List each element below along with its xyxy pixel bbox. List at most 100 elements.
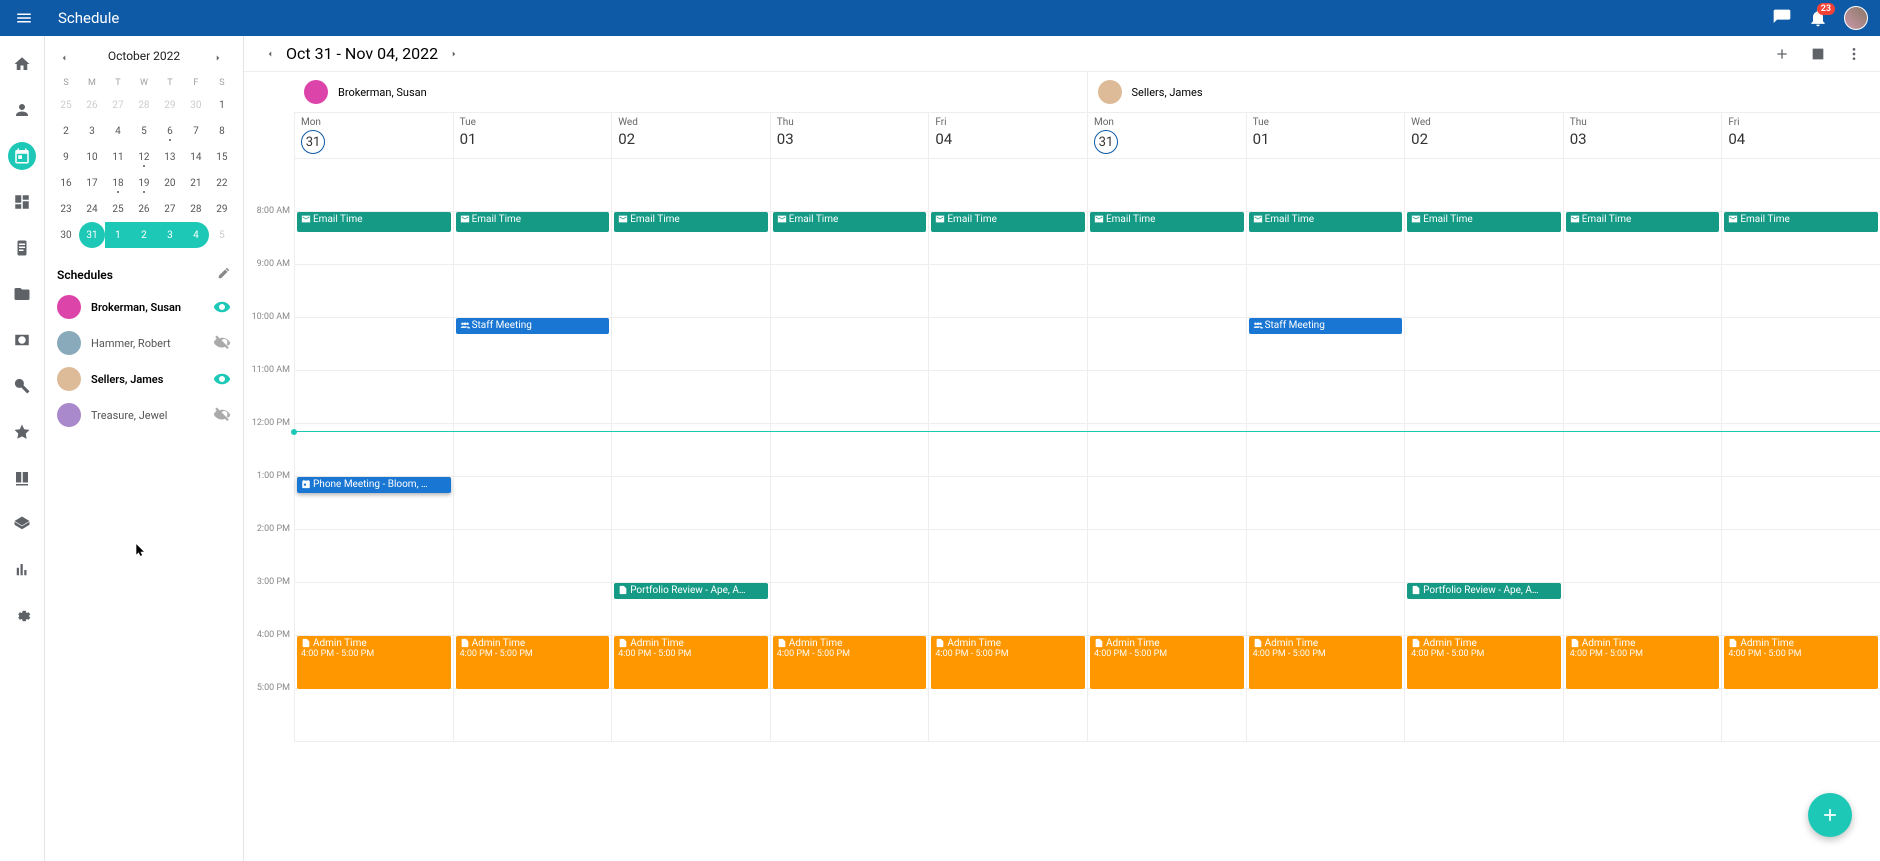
more-icon[interactable]	[1842, 42, 1866, 66]
mini-cal-day[interactable]: 10	[79, 144, 105, 170]
nav-layers[interactable]	[8, 510, 36, 538]
event-portfolio[interactable]: Portfolio Review - Ape, A…	[614, 583, 768, 599]
nav-book[interactable]	[8, 464, 36, 492]
day-header[interactable]: Thu 03	[770, 113, 929, 158]
mini-cal-day[interactable]: 7	[183, 118, 209, 144]
day-header[interactable]: Tue 01	[1246, 113, 1405, 158]
mini-cal-day[interactable]: 28	[183, 196, 209, 222]
event-email[interactable]: Email Time	[1407, 212, 1561, 232]
event-portfolio[interactable]: Portfolio Review - Ape, A…	[1407, 583, 1561, 599]
day-header[interactable]: Mon 31	[1087, 113, 1246, 158]
event-email[interactable]: Email Time	[614, 212, 768, 232]
nav-clipboard[interactable]	[8, 234, 36, 262]
nav-wrench[interactable]	[8, 372, 36, 400]
visibility-toggle[interactable]	[213, 334, 231, 352]
chart-view-icon[interactable]	[1806, 42, 1830, 66]
mini-cal-day[interactable]: 19	[131, 170, 157, 196]
event-staff-meeting[interactable]: Staff Meeting	[1249, 318, 1403, 334]
event-phone-meeting[interactable]: Phone Meeting - Bloom, …	[297, 477, 451, 493]
user-avatar[interactable]	[1844, 6, 1868, 30]
mini-cal-day[interactable]: 4	[105, 118, 131, 144]
schedule-item[interactable]: Sellers, James	[53, 361, 235, 397]
add-event-icon[interactable]	[1770, 42, 1794, 66]
mini-cal-day[interactable]: 12	[131, 144, 157, 170]
mini-cal-day[interactable]: 28	[131, 92, 157, 118]
mini-cal-day[interactable]: 14	[183, 144, 209, 170]
menu-button[interactable]	[12, 6, 36, 30]
event-email[interactable]: Email Time	[297, 212, 451, 232]
mini-cal-day[interactable]: 5	[131, 118, 157, 144]
day-column[interactable]: Email Time Staff Meeting Admin Time4:00 PM…	[1246, 159, 1405, 742]
schedule-item[interactable]: Hammer, Robert	[53, 325, 235, 361]
mini-cal-day[interactable]: 16	[53, 170, 79, 196]
range-next[interactable]	[442, 42, 466, 66]
day-header[interactable]: Wed 02	[1404, 113, 1563, 158]
mini-cal-day[interactable]: 3	[157, 222, 183, 248]
mini-cal-day[interactable]: 5	[209, 222, 235, 248]
mini-cal-day[interactable]: 18	[105, 170, 131, 196]
range-prev[interactable]	[258, 42, 282, 66]
nav-money[interactable]	[8, 326, 36, 354]
mini-cal-next[interactable]	[213, 48, 229, 64]
event-email[interactable]: Email Time	[1724, 212, 1878, 232]
event-admin[interactable]: Admin Time4:00 PM - 5:00 PM	[931, 636, 1085, 689]
event-admin[interactable]: Admin Time4:00 PM - 5:00 PM	[614, 636, 768, 689]
mini-cal-day[interactable]: 2	[131, 222, 157, 248]
visibility-toggle[interactable]	[213, 298, 231, 316]
day-header[interactable]: Tue 01	[453, 113, 612, 158]
mini-cal-day[interactable]: 20	[157, 170, 183, 196]
nav-dashboard[interactable]	[8, 188, 36, 216]
nav-home[interactable]	[8, 50, 36, 78]
mini-cal-day[interactable]: 21	[183, 170, 209, 196]
mini-cal-day[interactable]: 26	[131, 196, 157, 222]
day-column[interactable]: Email Time Admin Time4:00 PM - 5:00 PM	[928, 159, 1087, 742]
mini-cal-day[interactable]: 31	[79, 222, 105, 248]
mini-cal-day[interactable]: 30	[183, 92, 209, 118]
mini-cal-day[interactable]: 17	[79, 170, 105, 196]
event-admin[interactable]: Admin Time4:00 PM - 5:00 PM	[1249, 636, 1403, 689]
event-admin[interactable]: Admin Time4:00 PM - 5:00 PM	[1724, 636, 1878, 689]
day-header[interactable]: Mon 31	[294, 113, 453, 158]
event-staff-meeting[interactable]: Staff Meeting	[456, 318, 610, 334]
mini-cal-prev[interactable]	[59, 48, 75, 64]
visibility-toggle[interactable]	[213, 406, 231, 424]
mini-cal-day[interactable]: 29	[157, 92, 183, 118]
chat-icon[interactable]	[1772, 8, 1792, 28]
mini-cal-day[interactable]: 26	[79, 92, 105, 118]
mini-cal-day[interactable]: 22	[209, 170, 235, 196]
notifications-icon[interactable]: 23	[1808, 8, 1828, 28]
day-column[interactable]: Email TimePortfolio Review - Ape, A…Admi…	[1404, 159, 1563, 742]
schedule-item[interactable]: Brokerman, Susan	[53, 289, 235, 325]
mini-cal-day[interactable]: 13	[157, 144, 183, 170]
event-admin[interactable]: Admin Time4:00 PM - 5:00 PM	[1090, 636, 1244, 689]
mini-cal-day[interactable]: 30	[53, 222, 79, 248]
day-header[interactable]: Fri 04	[928, 113, 1087, 158]
day-column[interactable]: Email TimeAdmin Time4:00 PM - 5:00 PM	[770, 159, 929, 742]
day-column[interactable]: Email Time Phone Meeting - Bloom, … Admin …	[294, 159, 453, 742]
mini-cal-day[interactable]: 1	[105, 222, 131, 248]
fab-add[interactable]	[1808, 793, 1852, 837]
event-admin[interactable]: Admin Time4:00 PM - 5:00 PM	[773, 636, 927, 689]
mini-cal-day[interactable]: 1	[209, 92, 235, 118]
visibility-toggle[interactable]	[213, 370, 231, 388]
event-email[interactable]: Email Time	[1249, 212, 1403, 232]
mini-cal-day[interactable]: 6	[157, 118, 183, 144]
day-column[interactable]: Email Time Admin Time4:00 PM - 5:00 PM	[1721, 159, 1880, 742]
mini-cal-day[interactable]: 9	[53, 144, 79, 170]
event-admin[interactable]: Admin Time4:00 PM - 5:00 PM	[297, 636, 451, 689]
event-admin[interactable]: Admin Time4:00 PM - 5:00 PM	[456, 636, 610, 689]
nav-settings[interactable]	[8, 602, 36, 630]
mini-cal-day[interactable]: 24	[79, 196, 105, 222]
day-header[interactable]: Thu 03	[1563, 113, 1722, 158]
nav-person[interactable]	[8, 96, 36, 124]
mini-cal-day[interactable]: 2	[53, 118, 79, 144]
event-email[interactable]: Email Time	[931, 212, 1085, 232]
mini-cal-day[interactable]: 8	[209, 118, 235, 144]
event-email[interactable]: Email Time	[1090, 212, 1244, 232]
mini-cal-day[interactable]: 4	[183, 222, 209, 248]
mini-cal-day[interactable]: 27	[157, 196, 183, 222]
day-column[interactable]: Email Time Admin Time4:00 PM - 5:00 PM	[1087, 159, 1246, 742]
nav-analytics[interactable]	[8, 556, 36, 584]
day-header[interactable]: Fri 04	[1721, 113, 1880, 158]
event-admin[interactable]: Admin Time4:00 PM - 5:00 PM	[1566, 636, 1720, 689]
